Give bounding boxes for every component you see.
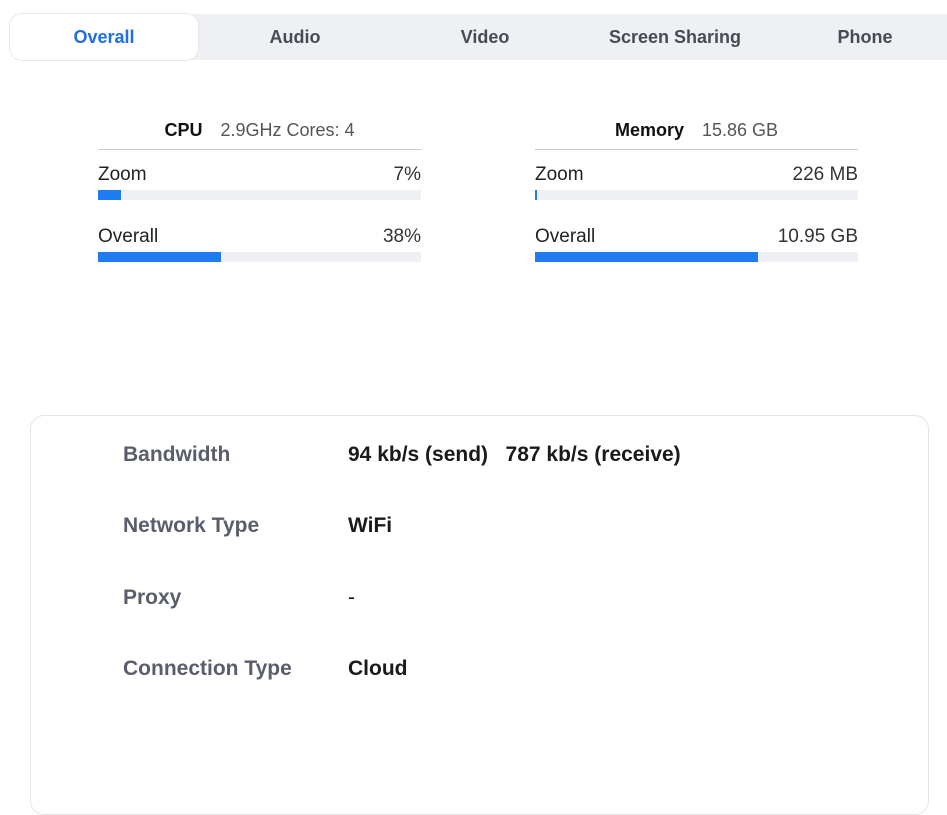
memory-overall-row: Overall 10.95 GB bbox=[535, 212, 858, 274]
network-type-value: WiFi bbox=[348, 514, 393, 537]
memory-zoom-label: Zoom bbox=[535, 164, 584, 185]
cpu-overall-bar-fill bbox=[98, 252, 221, 262]
memory-spec: 15.86 GB bbox=[701, 120, 779, 140]
network-info-card: Bandwidth 94 kb/s (send) 787 kb/s (receiv… bbox=[30, 415, 929, 815]
memory-overall-bar-fill bbox=[535, 252, 758, 262]
memory-zoom-value: 226 MB bbox=[792, 164, 858, 185]
tab-video[interactable]: Video bbox=[400, 14, 570, 60]
proxy-row: Proxy - bbox=[123, 586, 355, 610]
cpu-overall-value: 38% bbox=[382, 226, 421, 247]
bandwidth-value: 94 kb/s (send) 787 kb/s (receive) bbox=[348, 443, 681, 466]
connection-type-label: Connection Type bbox=[123, 657, 292, 680]
bandwidth-label: Bandwidth bbox=[123, 443, 231, 466]
cpu-zoom-label: Zoom bbox=[98, 164, 147, 185]
connection-type-value: Cloud bbox=[348, 657, 408, 680]
proxy-value: - bbox=[348, 586, 355, 609]
memory-overall-bar-track bbox=[535, 252, 858, 262]
cpu-overall-row: Overall 38% bbox=[98, 212, 421, 274]
connection-type-row: Connection Type Cloud bbox=[123, 657, 407, 681]
memory-header: Memory 15.86 GB bbox=[535, 112, 858, 150]
cpu-zoom-row: Zoom 7% bbox=[98, 150, 421, 212]
cpu-overall-bar-track bbox=[98, 252, 421, 262]
tab-phone[interactable]: Phone bbox=[780, 14, 947, 60]
tab-screen-sharing[interactable]: Screen Sharing bbox=[580, 14, 770, 60]
cpu-zoom-bar-track bbox=[98, 190, 421, 200]
memory-zoom-bar-fill bbox=[535, 190, 537, 200]
proxy-label: Proxy bbox=[123, 586, 182, 609]
network-type-row: Network Type WiFi bbox=[123, 514, 392, 538]
cpu-header: CPU 2.9GHz Cores: 4 bbox=[98, 112, 421, 150]
bandwidth-row: Bandwidth 94 kb/s (send) 787 kb/s (receiv… bbox=[123, 443, 681, 467]
memory-zoom-bar-track bbox=[535, 190, 858, 200]
network-type-label: Network Type bbox=[123, 514, 260, 537]
memory-title: Memory bbox=[614, 120, 684, 140]
memory-usage-panel: Memory 15.86 GB Zoom 226 MB Overall 10.9… bbox=[535, 112, 858, 274]
cpu-usage-panel: CPU 2.9GHz Cores: 4 Zoom 7% Overall 38% bbox=[98, 112, 421, 274]
memory-zoom-row: Zoom 226 MB bbox=[535, 150, 858, 212]
tab-audio[interactable]: Audio bbox=[210, 14, 380, 60]
cpu-overall-label: Overall bbox=[98, 226, 159, 247]
cpu-zoom-value: 7% bbox=[393, 164, 421, 185]
memory-overall-value: 10.95 GB bbox=[777, 226, 858, 247]
tab-bar: Overall Audio Video Screen Sharing Phone bbox=[10, 14, 947, 60]
memory-overall-label: Overall bbox=[535, 226, 596, 247]
cpu-zoom-bar-fill bbox=[98, 190, 121, 200]
cpu-spec: 2.9GHz Cores: 4 bbox=[220, 120, 355, 140]
tab-overall[interactable]: Overall bbox=[10, 14, 198, 60]
cpu-title: CPU bbox=[164, 120, 203, 140]
